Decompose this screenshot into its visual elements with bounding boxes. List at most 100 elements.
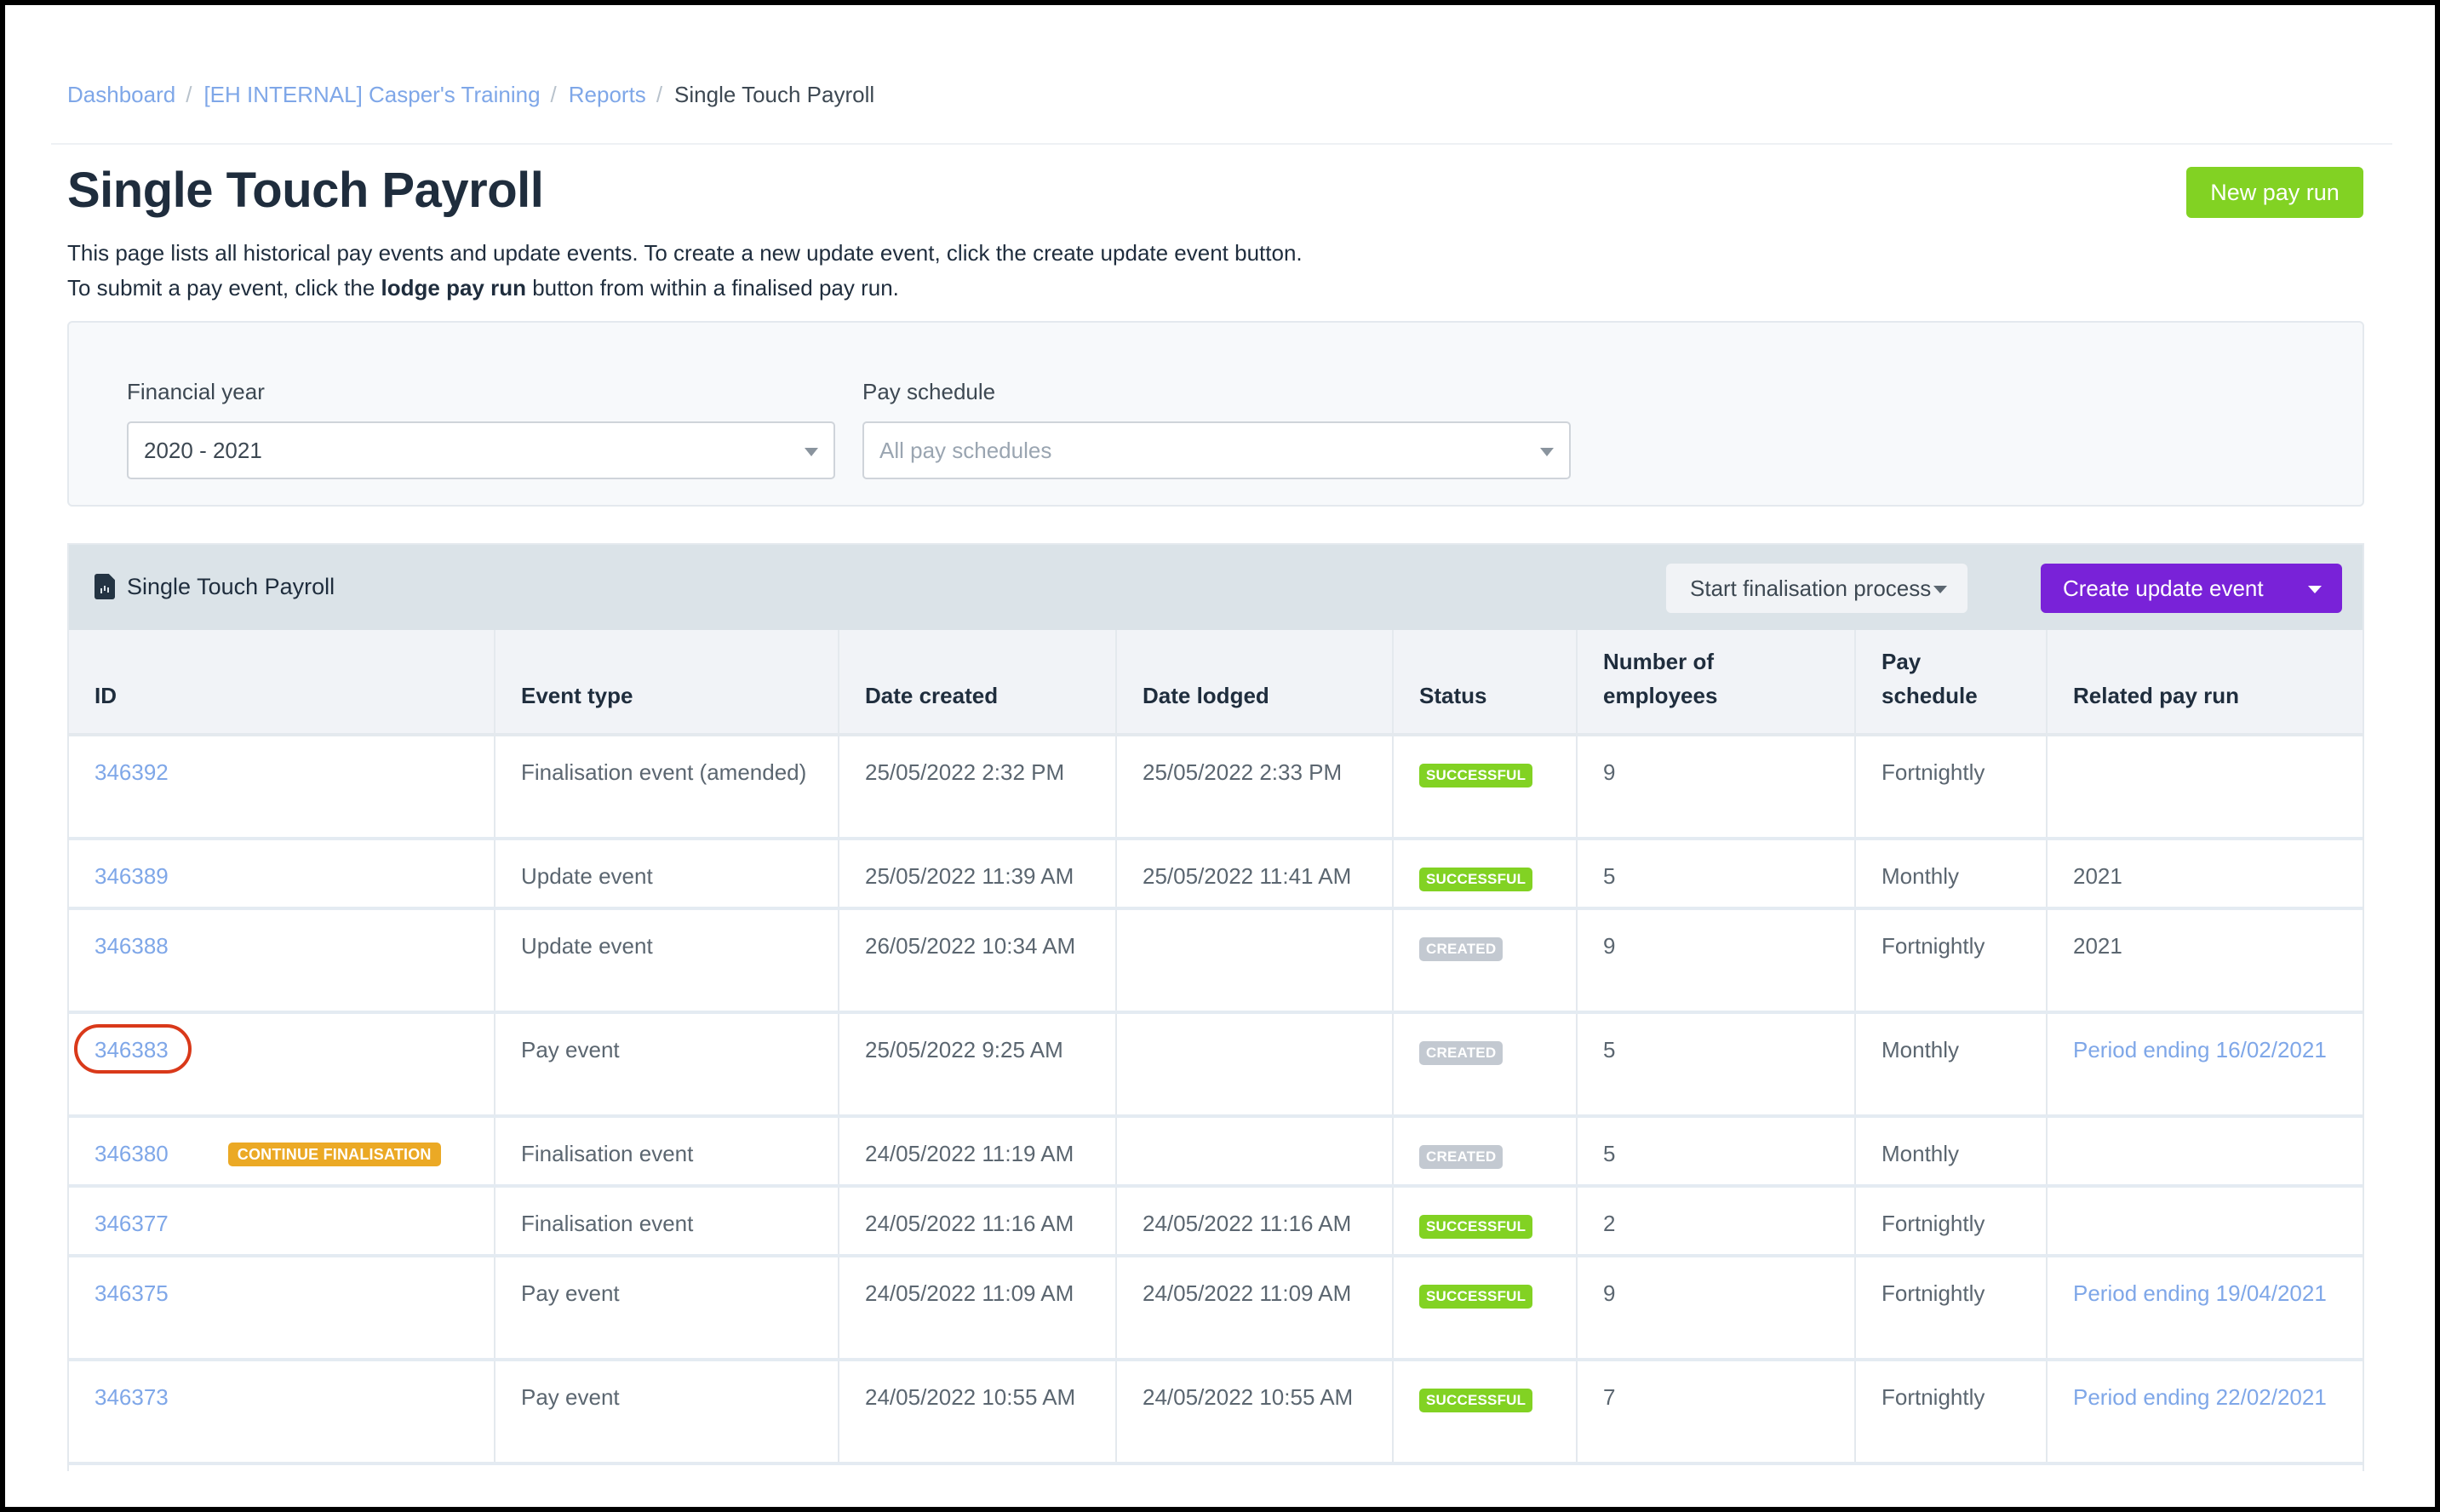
event-id-link[interactable]: 346377: [95, 1211, 169, 1236]
filters-panel: Financial year 2020 - 2021 Pay schedule …: [67, 321, 2364, 507]
table-row: 346383 Pay event 25/05/2022 9:25 AM CREATED…: [69, 1012, 2363, 1118]
cell-event-type: Pay event: [494, 1012, 839, 1118]
related-pay-run-link[interactable]: Period ending 16/02/2021: [2073, 1037, 2327, 1062]
financial-year-value: 2020 - 2021: [144, 437, 262, 463]
cell-date-lodged: [1115, 1012, 1393, 1118]
column-header-date-created[interactable]: Date created: [838, 630, 1116, 736]
cell-status: SUCCESSFUL: [1392, 1360, 1577, 1465]
create-update-event-button[interactable]: Create update event: [2041, 564, 2342, 613]
column-header-employees[interactable]: Number of employees: [1576, 630, 1855, 736]
cell-date-lodged: 25/05/2022 2:33 PM: [1115, 735, 1393, 840]
event-id-link[interactable]: 346380: [95, 1141, 169, 1166]
status-badge: SUCCESSFUL: [1419, 1215, 1533, 1239]
cell-status: SUCCESSFUL: [1392, 839, 1577, 910]
header-divider: [51, 143, 2392, 145]
cell-employees: 2: [1576, 1186, 1855, 1257]
column-header-pay-schedule[interactable]: Pay schedule: [1854, 630, 2047, 736]
page-description-lodge: To submit a pay event, click the lodge p…: [67, 275, 899, 301]
cell-id: 346373: [69, 1360, 495, 1465]
cell-employees: 7: [1576, 1360, 1855, 1465]
breadcrumb-company[interactable]: [EH INTERNAL] Casper's Training: [203, 82, 540, 108]
cell-related-pay-run: Period ending 19/04/2021: [2046, 1256, 2363, 1361]
cell-employees: 5: [1576, 1012, 1855, 1118]
cell-pay-schedule: Monthly: [1854, 839, 2047, 910]
table-row: 346375 Pay event 24/05/2022 11:09 AM 24/05/…: [69, 1256, 2363, 1361]
cell-date-created: 24/05/2022 11:09 AM: [838, 1256, 1116, 1361]
cell-related-pay-run: Period ending 16/02/2021: [2046, 1012, 2363, 1118]
cell-date-lodged: 24/05/2022 10:55 AM: [1115, 1360, 1393, 1465]
cell-pay-schedule: Monthly: [1854, 1116, 2047, 1188]
continue-finalisation-button[interactable]: CONTINUE FINALISATION: [227, 1143, 441, 1166]
breadcrumb-separator: /: [186, 82, 192, 107]
event-id-wrapper: 346377: [95, 1206, 169, 1240]
cell-date-created: 26/05/2022 10:34 AM: [838, 908, 1116, 1014]
pay-schedule-select[interactable]: All pay schedules: [862, 421, 1571, 479]
cell-event-type: Pay event: [494, 1256, 839, 1361]
column-header-related-pay-run[interactable]: Related pay run: [2046, 630, 2363, 736]
event-id-link[interactable]: 346383: [95, 1037, 169, 1062]
cell-event-type: Finalisation event: [494, 1116, 839, 1188]
cell-date-lodged: [1115, 1116, 1393, 1188]
cell-status: SUCCESSFUL: [1392, 735, 1577, 840]
column-header-status[interactable]: Status: [1392, 630, 1577, 736]
financial-year-select[interactable]: 2020 - 2021: [127, 421, 835, 479]
report-document-icon: [95, 574, 115, 599]
column-header-event-type[interactable]: Event type: [494, 630, 839, 736]
new-pay-run-button[interactable]: New pay run: [2186, 167, 2363, 218]
chevron-down-icon: [805, 448, 818, 456]
table-row: 346388 Update event 26/05/2022 10:34 AM CRE…: [69, 908, 2363, 1014]
chevron-down-icon: [1540, 448, 1554, 456]
description-bold-text: lodge pay run: [381, 275, 526, 301]
panel-title: Single Touch Payroll: [127, 574, 335, 599]
event-id-wrapper: 346388: [95, 929, 169, 963]
cell-status: CREATED: [1392, 908, 1577, 1014]
start-finalisation-label: Start finalisation process: [1690, 575, 1932, 601]
financial-year-label: Financial year: [127, 379, 265, 404]
table-row: 346373 Pay event 24/05/2022 10:55 AM 24/05/…: [69, 1360, 2363, 1465]
event-id-link[interactable]: 346388: [95, 933, 169, 959]
event-id-link[interactable]: 346389: [95, 863, 169, 889]
cell-event-type: Finalisation event: [494, 1186, 839, 1257]
page-title: Single Touch Payroll: [67, 163, 544, 218]
cell-employees: 9: [1576, 908, 1855, 1014]
breadcrumb-reports[interactable]: Reports: [569, 82, 646, 108]
event-id-wrapper: 346389: [95, 859, 169, 893]
event-id-wrapper: 346383: [74, 1024, 192, 1074]
cell-event-type: Finalisation event (amended): [494, 735, 839, 840]
event-id-link[interactable]: 346373: [95, 1384, 169, 1410]
cell-status: SUCCESSFUL: [1392, 1256, 1577, 1361]
create-update-event-label: Create update event: [2063, 575, 2264, 601]
cell-employees: 9: [1576, 735, 1855, 840]
event-id-link[interactable]: 346375: [95, 1280, 169, 1306]
breadcrumb-dashboard[interactable]: Dashboard: [67, 82, 175, 108]
status-badge: SUCCESSFUL: [1419, 1389, 1533, 1412]
panel-header: Single Touch Payroll Start finalisation …: [69, 545, 2363, 630]
table-row: 346389 Update event 25/05/2022 11:39 AM 25/…: [69, 839, 2363, 910]
column-header-date-lodged[interactable]: Date lodged: [1115, 630, 1393, 736]
stp-events-table: ID Event type Date created Date lodged S…: [69, 630, 2363, 1465]
status-badge: CREATED: [1419, 937, 1504, 961]
cell-id: 346392: [69, 735, 495, 840]
cell-pay-schedule: Fortnightly: [1854, 735, 2047, 840]
cell-date-lodged: 25/05/2022 11:41 AM: [1115, 839, 1393, 910]
event-id-link[interactable]: 346392: [95, 759, 169, 785]
related-pay-run-link[interactable]: Period ending 22/02/2021: [2073, 1384, 2327, 1410]
start-finalisation-button[interactable]: Start finalisation process: [1666, 564, 1967, 613]
cell-id: 346375: [69, 1256, 495, 1361]
cell-id: 346389: [69, 839, 495, 910]
table-row: 346380 CONTINUE FINALISATION Finalisation …: [69, 1116, 2363, 1188]
breadcrumb-separator: /: [656, 82, 663, 107]
cell-date-created: 24/05/2022 10:55 AM: [838, 1360, 1116, 1465]
related-pay-run-text: 2021: [2073, 863, 2122, 889]
related-pay-run-link[interactable]: Period ending 19/04/2021: [2073, 1280, 2327, 1306]
description-text: button from within a finalised pay run.: [525, 275, 899, 301]
cell-pay-schedule: Monthly: [1854, 1012, 2047, 1118]
cell-event-type: Pay event: [494, 1360, 839, 1465]
breadcrumb: Dashboard / [EH INTERNAL] Casper's Train…: [67, 82, 874, 108]
caret-down-icon[interactable]: [1933, 586, 1947, 593]
status-badge: CREATED: [1419, 1145, 1504, 1169]
page-description: This page lists all historical pay event…: [67, 240, 1303, 266]
cell-employees: 5: [1576, 1116, 1855, 1188]
column-header-id[interactable]: ID: [69, 630, 495, 736]
caret-down-icon[interactable]: [2308, 586, 2322, 593]
